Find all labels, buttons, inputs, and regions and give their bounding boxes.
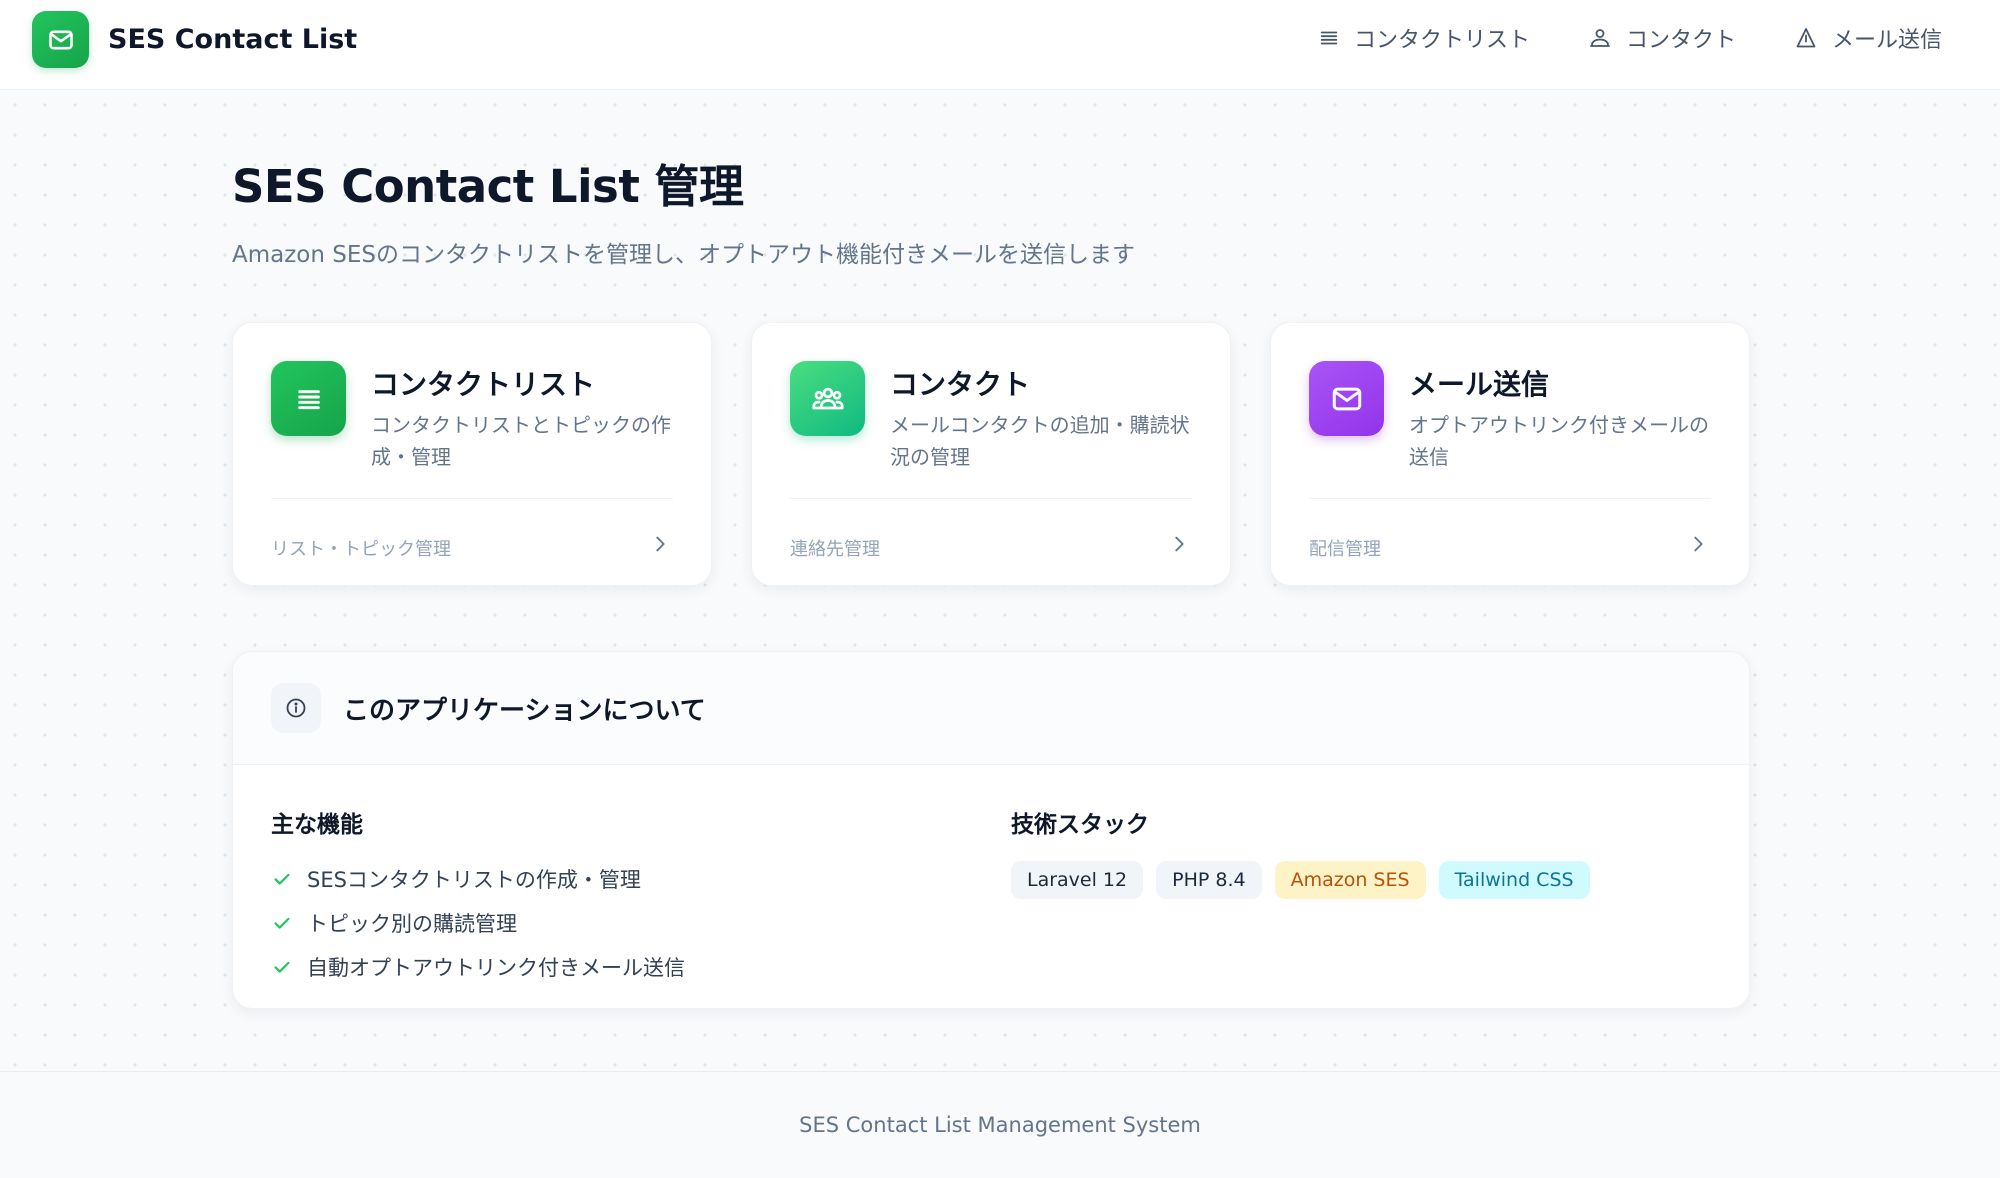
nav-label: コンタクトリスト [1353,28,1530,53]
main-content: SES Contact List 管理 Amazon SESのコンタクトリストを… [232,150,1750,1009]
users-icon [790,361,865,436]
features-heading: 主な機能 [271,812,363,838]
page-footer: SES Contact List Management System [0,1071,2000,1178]
about-panel: このアプリケーションについて 主な機能 SESコンタクトリストの作成・管理 トピ… [232,651,1750,1009]
feature-list: SESコンタクトリストの作成・管理 トピック別の購読管理 自動オプトアウトリンク… [271,857,685,989]
card-divider [1309,498,1711,499]
feature-cards: コンタクトリスト コンタクトリストとトピックの作成・管理 リスト・トピック管理 [232,322,1750,586]
tech-badge: PHP 8.4 [1156,861,1262,899]
tech-badge: Laravel 12 [1011,861,1144,899]
tech-badge: Tailwind CSS [1438,861,1590,899]
top-navigation-bar: SES Contact List コンタクトリスト コンタクト メール送信 [0,0,2000,90]
send-icon [1796,28,1816,48]
features-column: 主な機能 SESコンタクトリストの作成・管理 トピック別の購読管理 自動オプトア… [271,805,685,989]
app-name: SES Contact List [108,24,358,55]
card-title: メール送信 [1409,368,1550,401]
brand[interactable]: SES Contact List [32,11,357,68]
chevron-right-icon [656,536,665,552]
nav-label: コンタクト [1625,28,1736,53]
card-description: オプトアウトリンク付きメールの送信 [1409,413,1709,469]
card-description: コンタクトリストとトピックの作成・管理 [371,413,671,469]
tech-badge: Amazon SES [1274,861,1426,899]
footer-text: SES Contact List Management System [799,1113,1201,1137]
feature-text: 自動オプトアウトリンク付きメール送信 [307,956,685,980]
card-send-mail[interactable]: メール送信 オプトアウトリンク付きメールの送信 配信管理 [1270,322,1750,586]
card-footer-label: リスト・トピック管理 [271,539,451,560]
about-title: このアプリケーションについて [343,695,706,726]
about-body: 主な機能 SESコンタクトリストの作成・管理 トピック別の購読管理 自動オプトア… [233,765,1749,1008]
tech-stack-heading: 技術スタック [1011,812,1149,838]
card-divider [790,498,1192,499]
card-divider [271,498,673,499]
card-title: コンタクトリスト [371,368,596,401]
main-nav: コンタクトリスト コンタクト メール送信 [1260,18,1942,58]
card-title: コンタクト [890,368,1031,401]
card-contact-lists[interactable]: コンタクトリスト コンタクトリストとトピックの作成・管理 リスト・トピック管理 [232,322,712,586]
nav-item-send-mail[interactable]: メール送信 [1794,22,1942,54]
nav-item-contact-lists[interactable]: コンタクトリスト [1318,22,1530,54]
card-description: メールコンタクトの追加・購読状況の管理 [890,413,1190,469]
chevron-right-icon [1175,536,1184,552]
nav-label: メール送信 [1831,28,1942,53]
check-icon [274,917,290,929]
card-contacts[interactable]: コンタクト メールコンタクトの追加・購読状況の管理 連絡先管理 [751,322,1231,586]
tech-badges: Laravel 12 PHP 8.4 Amazon SES Tailwind C… [1011,861,1603,899]
card-footer-label: 配信管理 [1309,539,1381,560]
check-icon [274,961,290,973]
mail-icon [32,11,89,68]
mail-icon [1309,361,1384,436]
info-icon [271,683,321,733]
list-item: SESコンタクトリストの作成・管理 [271,857,685,901]
list-icon [1320,31,1338,45]
check-icon [274,873,290,885]
feature-text: トピック別の購読管理 [307,912,517,936]
feature-text: SESコンタクトリストの作成・管理 [307,868,641,892]
list-icon [271,361,346,436]
list-item: 自動オプトアウトリンク付きメール送信 [271,945,685,989]
card-footer-label: 連絡先管理 [790,539,880,560]
user-icon [1590,29,1610,47]
list-item: トピック別の購読管理 [271,901,685,945]
nav-item-contacts[interactable]: コンタクト [1588,22,1736,54]
page-title: SES Contact List 管理 [232,160,744,213]
page-subtitle: Amazon SESのコンタクトリストを管理し、オプトアウト機能付きメールを送信… [232,242,1135,268]
tech-stack-column: 技術スタック Laravel 12 PHP 8.4 Amazon SES Tai… [1011,805,1603,899]
chevron-right-icon [1694,536,1703,552]
about-header: このアプリケーションについて [233,652,1749,765]
